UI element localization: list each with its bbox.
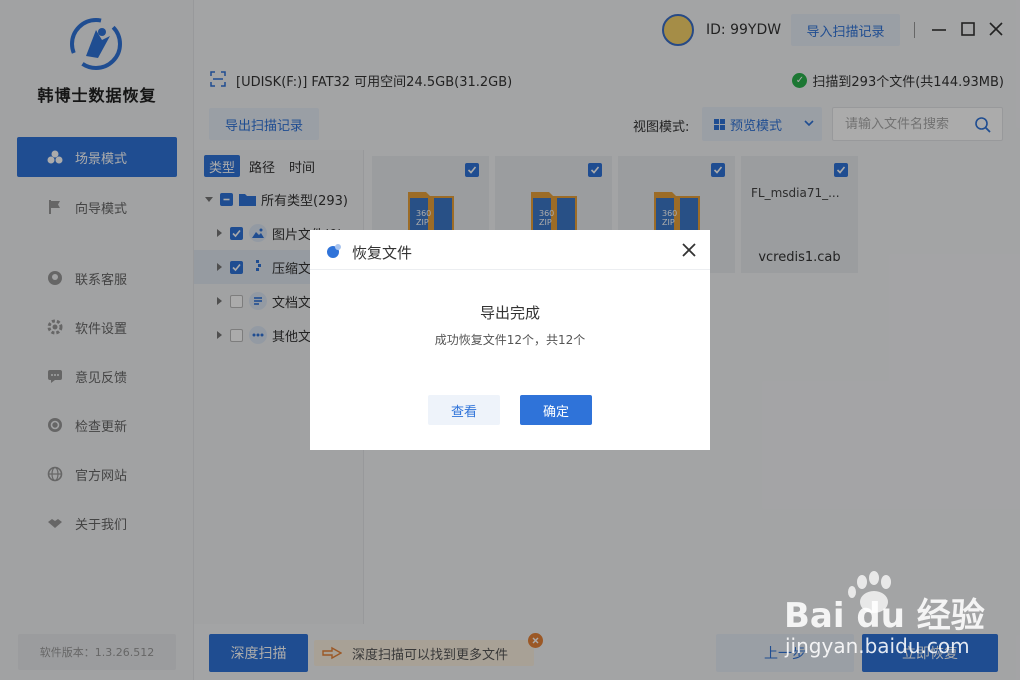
recover-file-dialog: 恢复文件 导出完成 成功恢复文件12个，共12个 查看 确定 xyxy=(310,230,710,450)
dialog-message: 成功恢复文件12个，共12个 xyxy=(434,333,586,347)
app-window: 韩博士数据恢复 场景模式 向导模式 联系客服 软件设置 意见反馈 检查更新 官方… xyxy=(0,0,1020,680)
watermark-baidu: Bai du 经验 xyxy=(784,596,985,636)
dialog-title: 恢复文件 xyxy=(352,244,413,262)
dialog-close-icon[interactable] xyxy=(680,241,698,259)
dialog-header: 恢复文件 xyxy=(310,230,710,270)
watermark-url: jingyan.baidu.com xyxy=(785,634,970,658)
dialog-logo-icon xyxy=(327,244,341,258)
dialog-heading: 导出完成 xyxy=(479,304,540,322)
confirm-button[interactable]: 确定 xyxy=(520,395,592,425)
view-button[interactable]: 查看 xyxy=(428,395,500,425)
